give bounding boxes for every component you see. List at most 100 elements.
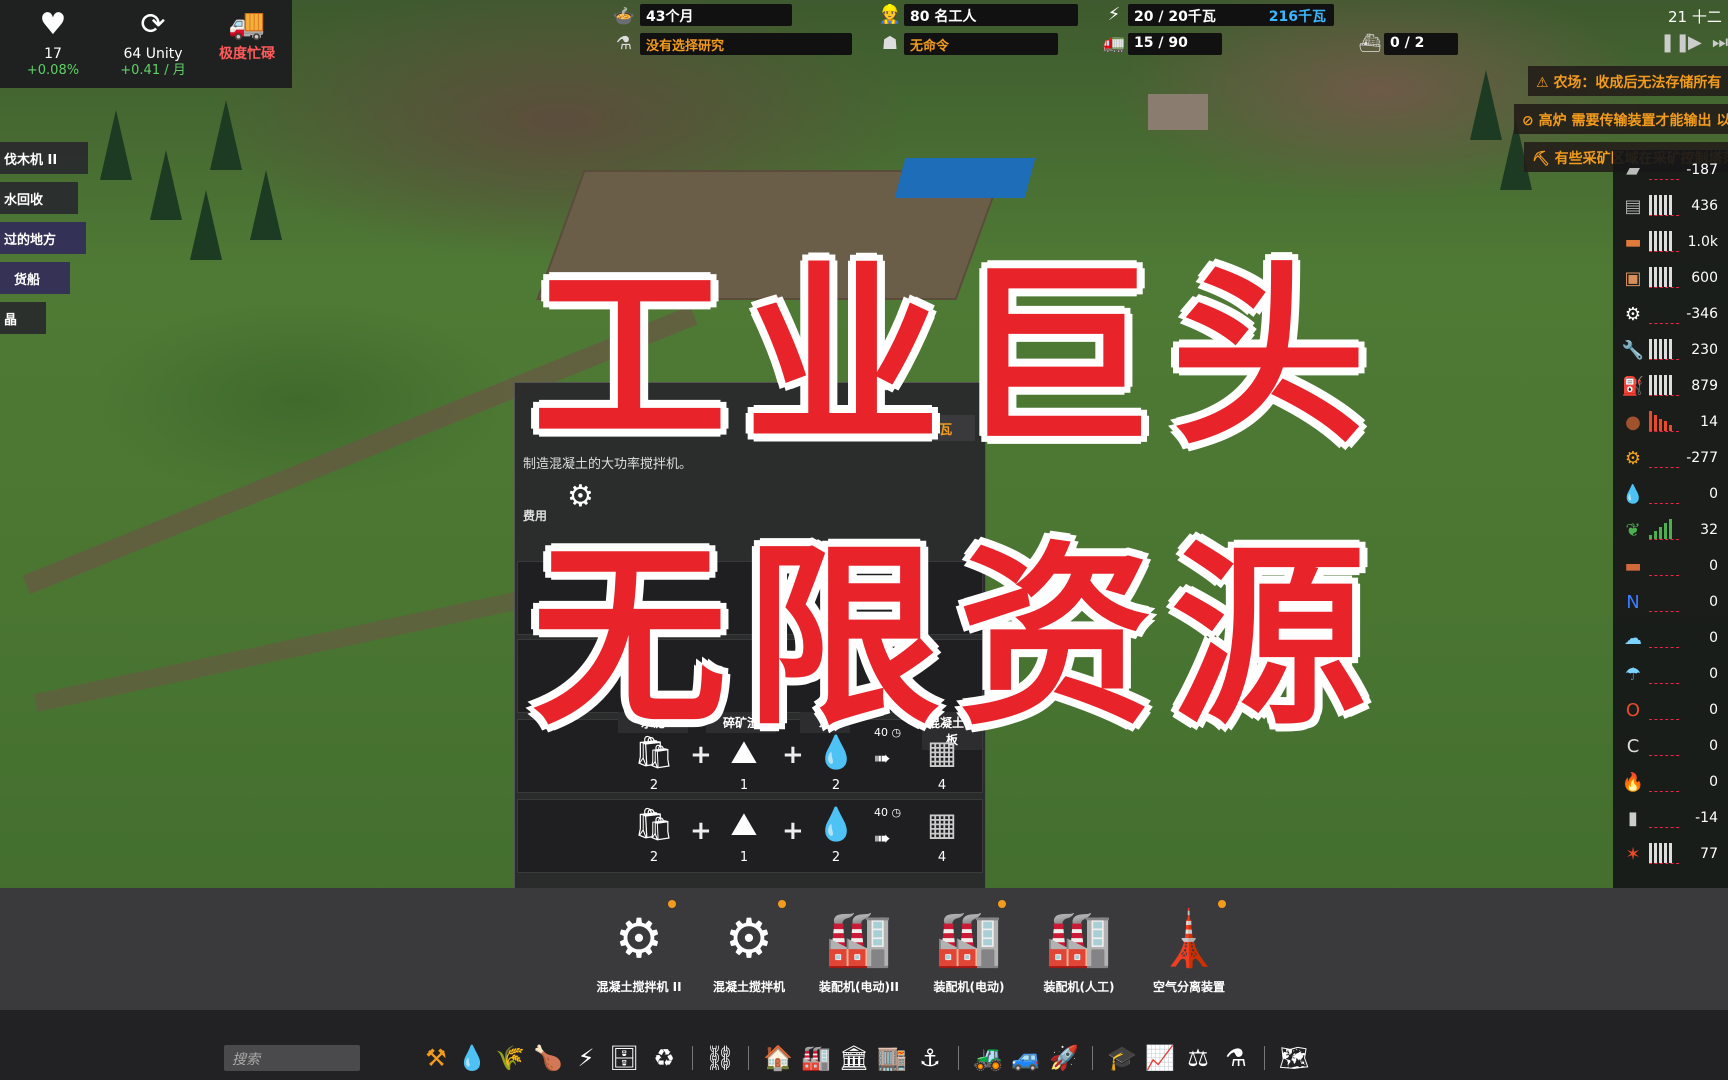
depot-icon[interactable]: 🏛	[838, 1042, 870, 1074]
resource-row[interactable]: ☁ 0	[1613, 622, 1728, 656]
resource-row[interactable]: O0	[1613, 694, 1728, 728]
build-item[interactable]: 🗼 空气分离装置	[1134, 900, 1244, 995]
balance-icon[interactable]: ⚖	[1182, 1042, 1214, 1074]
resource-value: 32	[1700, 522, 1718, 538]
resource-row[interactable]: ⚙ -346	[1613, 298, 1728, 332]
warehouse-icon[interactable]: 🏬	[876, 1042, 908, 1074]
resource-row[interactable]: ● 14	[1613, 406, 1728, 440]
concrete-mixer-icon: ⚙	[614, 907, 664, 970]
resource-row[interactable]: ▬ 1.0k	[1613, 226, 1728, 260]
rocket-icon[interactable]: 🚀	[1048, 1042, 1080, 1074]
pause-icon[interactable]: ❚❚	[1660, 32, 1690, 53]
resource-row[interactable]: ▣ 600	[1613, 262, 1728, 296]
workers-count[interactable]: 80 名工人	[904, 4, 1078, 26]
resource-row[interactable]: ❦ 32	[1613, 514, 1728, 548]
notification-farm[interactable]: ⚠ 农场：收成后无法存储所有	[1528, 66, 1728, 96]
conveyor-icon[interactable]: ⛓	[704, 1042, 736, 1074]
edict-status[interactable]: 无命令	[904, 33, 1058, 55]
power-tool-icon[interactable]: ⚡	[570, 1042, 602, 1074]
new-indicator	[668, 900, 676, 908]
product-slab: ▦ 4	[912, 804, 972, 865]
recipe-row[interactable]: 🛍 2 + ⛰ 1 + 💧 2 40 ◷ ➠ ▦ 4	[517, 799, 983, 873]
vehicle-depot-icon[interactable]: 🚙	[1010, 1042, 1042, 1074]
resource-row[interactable]: ▬ 0	[1613, 550, 1728, 584]
resource-trend	[1649, 592, 1679, 612]
left-chip-water[interactable]: 水回收	[0, 182, 78, 214]
slag-icon: ⛰	[730, 805, 758, 843]
trend-bar	[1669, 339, 1672, 359]
left-chip-misc[interactable]: 晶	[0, 302, 46, 334]
resource-trend	[1649, 808, 1679, 828]
recycle-icon[interactable]: ♻	[648, 1042, 680, 1074]
time-value: 40	[874, 806, 888, 819]
food-months[interactable]: 43个月	[640, 4, 792, 26]
resource-trend	[1649, 160, 1679, 180]
stats-icon[interactable]: 📈	[1144, 1042, 1176, 1074]
build-item[interactable]: 🏭 装配机(电动)	[914, 900, 1024, 995]
build-item[interactable]: 🏭 装配机(人工)	[1024, 900, 1134, 995]
farm-icon[interactable]: 🌾	[494, 1042, 526, 1074]
resource-row[interactable]: ⛽ 879	[1613, 370, 1728, 404]
resource-value: 0	[1709, 558, 1718, 574]
housing-icon[interactable]: 🏠	[762, 1042, 794, 1074]
left-chip-ship[interactable]: 货船	[0, 262, 70, 294]
resource-row[interactable]: C0	[1613, 730, 1728, 764]
ships-count[interactable]: 0 / 2	[1384, 33, 1458, 55]
trend-bar	[1649, 339, 1652, 359]
dock-icon[interactable]: ⚓	[914, 1042, 946, 1074]
build-item[interactable]: 🏭 装配机(电动)II	[804, 900, 914, 995]
trend-bar	[1669, 195, 1672, 215]
new-indicator	[998, 900, 1006, 908]
left-chip-place[interactable]: 过的地方	[0, 222, 86, 254]
warning-icon: ⚠	[1536, 75, 1554, 91]
factory-icon[interactable]: 🏭	[800, 1042, 832, 1074]
food-production-icon[interactable]: 🍗	[532, 1042, 564, 1074]
map-icon[interactable]: 🗺	[1278, 1042, 1310, 1074]
resource-row[interactable]: ▮ -14	[1613, 802, 1728, 836]
flask-icon[interactable]: ⚗	[1220, 1042, 1252, 1074]
notification-text: 高炉 需要传输装置才能输出 以	[1538, 113, 1728, 129]
resource-row[interactable]: N0	[1613, 586, 1728, 620]
resource-row[interactable]: ⚙ -277	[1613, 442, 1728, 476]
resource-row[interactable]: 🔧 230	[1613, 334, 1728, 368]
ingredient-slag: ⛰ 1	[714, 804, 774, 865]
trend-bar	[1654, 375, 1657, 395]
build-item[interactable]: ⚙ 混凝土搅拌机	[694, 900, 804, 995]
trend-bar	[1659, 231, 1662, 251]
mining-icon[interactable]: ⚒	[420, 1042, 452, 1074]
resource-row[interactable]: ▰ -187	[1613, 154, 1728, 188]
canister-icon: ▮	[1628, 808, 1638, 829]
resource-row[interactable]: ▤ 436	[1613, 190, 1728, 224]
resource-value: 436	[1691, 198, 1718, 214]
building-warehouse	[894, 158, 1036, 198]
research-icon: ⚗	[615, 33, 633, 54]
trend-bar	[1654, 531, 1657, 539]
resource-row[interactable]: ☂ 0	[1613, 658, 1728, 692]
trend-bar	[1649, 843, 1652, 863]
water-icon[interactable]: 💧	[456, 1042, 488, 1074]
fast-forward-icon[interactable]: ⏭	[1712, 32, 1728, 53]
trend-bar	[1659, 267, 1662, 287]
concrete-mixer-icon: ⚙	[724, 907, 774, 970]
vehicles-count[interactable]: 15 / 90	[1128, 33, 1222, 55]
notification-furnace[interactable]: ⊘ 高炉 需要传输装置才能输出 以	[1514, 104, 1728, 134]
truck-status[interactable]: 🚚 极度忙碌	[202, 6, 292, 62]
play-icon[interactable]: ▶	[1688, 32, 1702, 53]
amount: 2	[831, 778, 841, 793]
trend-bar	[1649, 375, 1652, 395]
excavator-icon[interactable]: 🚜	[972, 1042, 1004, 1074]
health-stat[interactable]: ♥ 17 +0.08%	[8, 6, 98, 80]
power-status[interactable]: 20 / 20千瓦 216千瓦	[1128, 4, 1334, 26]
research-status[interactable]: 没有选择研究	[640, 33, 852, 55]
research-tool-icon[interactable]: 🎓	[1106, 1042, 1138, 1074]
unity-stat[interactable]: ⟳ 64 Unity +0.41 / 月	[108, 6, 198, 80]
resource-value: 879	[1691, 378, 1718, 394]
search-input[interactable]: 搜索	[224, 1045, 360, 1071]
storage-icon[interactable]: 🗄	[608, 1042, 640, 1074]
left-chip-lumber[interactable]: 伐木机 II	[0, 142, 88, 174]
resource-row[interactable]: ✶ 77	[1613, 838, 1728, 872]
arrow-icon: ➠	[874, 826, 891, 850]
resource-row[interactable]: 🔥 0	[1613, 766, 1728, 800]
build-item[interactable]: ⚙ 混凝土搅拌机 II	[584, 900, 694, 995]
resource-row[interactable]: 💧 0	[1613, 478, 1728, 512]
